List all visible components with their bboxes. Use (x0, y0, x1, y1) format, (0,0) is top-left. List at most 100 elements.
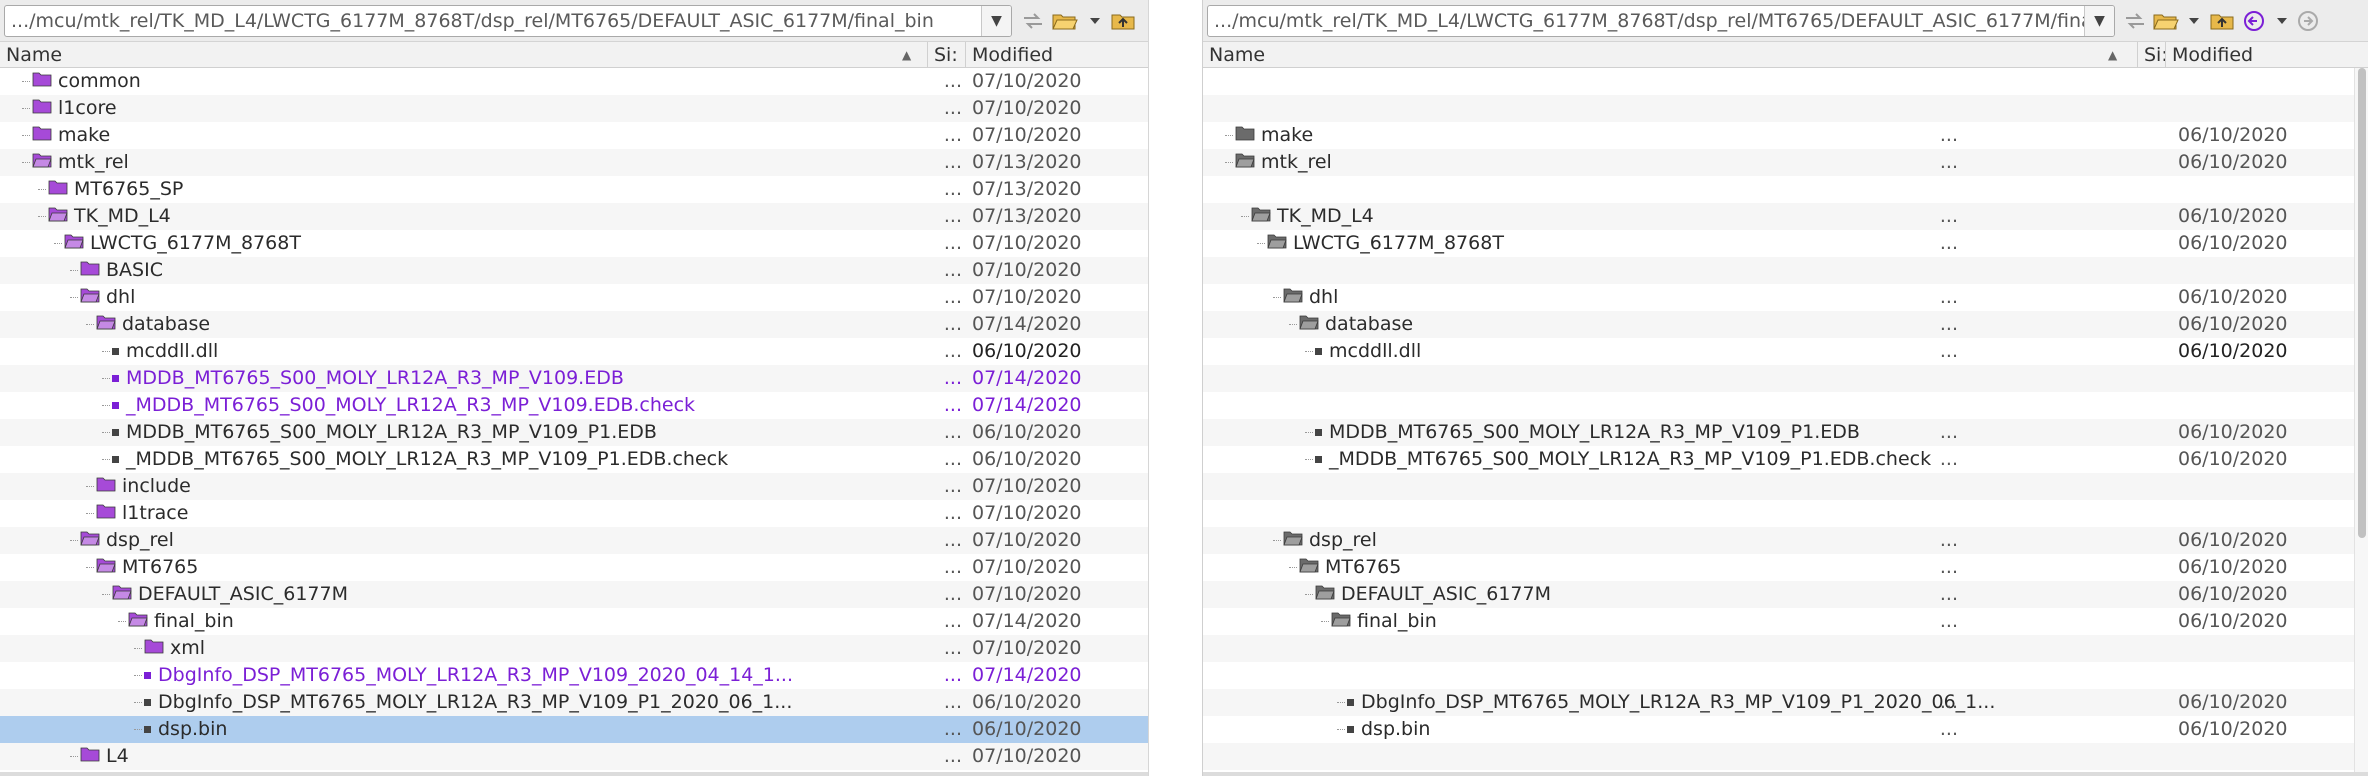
tree-item-name[interactable]: DEFAULT_ASIC_6177M (1305, 581, 1551, 608)
right-path-text[interactable]: .../mcu/mtk_rel/TK_MD_L4/LWCTG_6177M_876… (1208, 10, 2084, 32)
tree-row[interactable]: DbgInfo_DSP_MT6765_MOLY_LR12A_R3_MP_V109… (0, 662, 1148, 689)
tree-row[interactable]: MT6765... 07/10/2020 (0, 554, 1148, 581)
tree-row[interactable]: dhl... 06/10/2020 (1203, 284, 2368, 311)
tree-row[interactable]: xml... 07/10/2020 (0, 635, 1148, 662)
tree-item-name[interactable]: TK_MD_L4 (38, 203, 171, 230)
tree-row[interactable]: final_bin... 06/10/2020 (1203, 608, 2368, 635)
tree-item-name[interactable]: mtk_rel (1225, 149, 1332, 176)
tree-item-name[interactable]: database (1289, 311, 1413, 338)
tree-row[interactable]: MDDB_MT6765_S00_MOLY_LR12A_R3_MP_V109.ED… (0, 365, 1148, 392)
tree-item-name[interactable]: make (22, 122, 110, 149)
tree-item-name[interactable]: L4 (70, 743, 129, 770)
chevron-down-icon[interactable] (1080, 7, 1110, 35)
right-path-combobox[interactable]: .../mcu/mtk_rel/TK_MD_L4/LWCTG_6177M_876… (1207, 5, 2115, 37)
tree-row[interactable]: _MDDB_MT6765_S00_MOLY_LR12A_R3_MP_V109_P… (1203, 446, 2368, 473)
tree-row[interactable]: common... 07/10/2020 (0, 68, 1148, 95)
tree-item-name[interactable]: MDDB_MT6765_S00_MOLY_LR12A_R3_MP_V109_P1… (102, 419, 657, 446)
tree-row[interactable]: _MDDB_MT6765_S00_MOLY_LR12A_R3_MP_V109_P… (0, 446, 1148, 473)
tree-item-name[interactable]: MDDB_MT6765_S00_MOLY_LR12A_R3_MP_V109_P1… (1305, 419, 1860, 446)
tree-row[interactable]: _MDDB_MT6765_S00_MOLY_LR12A_R3_MP_V109.E… (0, 392, 1148, 419)
tree-item-name[interactable]: final_bin (118, 608, 234, 635)
parent-folder-icon[interactable] (2207, 7, 2237, 35)
tree-item-name[interactable]: dhl (1273, 284, 1338, 311)
chevron-down-icon[interactable]: ▼ (981, 6, 1011, 36)
tree-item-name[interactable]: include (86, 473, 191, 500)
tree-row[interactable]: L4... 07/10/2020 (0, 743, 1148, 770)
right-vertical-scrollbar[interactable] (2354, 68, 2368, 776)
tree-item-name[interactable]: dhl (70, 284, 135, 311)
tree-row[interactable]: mcddll.dll... 06/10/2020 (1203, 338, 2368, 365)
tree-item-name[interactable]: _MDDB_MT6765_S00_MOLY_LR12A_R3_MP_V109_P… (102, 446, 728, 473)
tree-item-name[interactable]: _MDDB_MT6765_S00_MOLY_LR12A_R3_MP_V109_P… (1305, 446, 1931, 473)
sync-arrows-icon[interactable] (1018, 7, 1048, 35)
left-path-combobox[interactable]: .../mcu/mtk_rel/TK_MD_L4/LWCTG_6177M_876… (4, 5, 1012, 37)
tree-item-name[interactable]: DbgInfo_DSP_MT6765_MOLY_LR12A_R3_MP_V109… (1337, 689, 1995, 716)
chevron-down-icon[interactable]: ▼ (2084, 6, 2114, 36)
tree-row[interactable]: LWCTG_6177M_8768T... 06/10/2020 (1203, 230, 2368, 257)
back-icon[interactable] (2239, 7, 2269, 35)
left-name-column-header[interactable]: Name (0, 42, 928, 68)
chevron-down-icon[interactable] (2179, 7, 2209, 35)
scrollbar-thumb[interactable] (2358, 68, 2366, 538)
tree-item-name[interactable]: _MDDB_MT6765_S00_MOLY_LR12A_R3_MP_V109.E… (102, 392, 695, 419)
tree-item-name[interactable]: l1trace (86, 500, 188, 527)
tree-item-name[interactable]: TK_MD_L4 (1241, 203, 1374, 230)
tree-row[interactable]: dsp.bin... 06/10/2020 (0, 716, 1148, 743)
tree-row[interactable]: LWCTG_6177M_8768T... 07/10/2020 (0, 230, 1148, 257)
tree-row[interactable]: TK_MD_L4... 07/13/2020 (0, 203, 1148, 230)
tree-row[interactable]: MDDB_MT6765_S00_MOLY_LR12A_R3_MP_V109_P1… (0, 419, 1148, 446)
tree-item-name[interactable]: MT6765 (86, 554, 198, 581)
tree-row[interactable]: l1trace... 07/10/2020 (0, 500, 1148, 527)
tree-row[interactable]: database... 06/10/2020 (1203, 311, 2368, 338)
tree-item-name[interactable]: DEFAULT_ASIC_6177M (102, 581, 348, 608)
left-path-text[interactable]: .../mcu/mtk_rel/TK_MD_L4/LWCTG_6177M_876… (5, 10, 981, 32)
tree-row[interactable]: DEFAULT_ASIC_6177M... 07/10/2020 (0, 581, 1148, 608)
tree-row[interactable]: MT6765_SP... 07/13/2020 (0, 176, 1148, 203)
tree-row[interactable]: make... 07/10/2020 (0, 122, 1148, 149)
parent-folder-icon[interactable] (1108, 7, 1138, 35)
tree-item-name[interactable]: MT6765 (1289, 554, 1401, 581)
tree-row[interactable]: dsp_rel... 07/10/2020 (0, 527, 1148, 554)
tree-item-name[interactable]: database (86, 311, 210, 338)
tree-item-name[interactable]: dsp.bin (134, 716, 227, 743)
tree-row[interactable]: mtk_rel... 06/10/2020 (1203, 149, 2368, 176)
tree-item-name[interactable]: dsp.bin (1337, 716, 1430, 743)
tree-row[interactable]: DEFAULT_ASIC_6177M... 06/10/2020 (1203, 581, 2368, 608)
tree-row[interactable]: database... 07/14/2020 (0, 311, 1148, 338)
tree-item-name[interactable]: LWCTG_6177M_8768T (54, 230, 301, 257)
tree-row[interactable]: dsp_rel... 06/10/2020 (1203, 527, 2368, 554)
sync-arrows-icon[interactable] (2120, 7, 2150, 35)
forward-icon[interactable] (2293, 7, 2323, 35)
tree-item-name[interactable]: l1core (22, 95, 117, 122)
right-name-column-header[interactable]: Name (1203, 42, 2138, 68)
tree-row[interactable]: make... 06/10/2020 (1203, 122, 2368, 149)
tree-item-name[interactable]: MDDB_MT6765_S00_MOLY_LR12A_R3_MP_V109.ED… (102, 365, 624, 392)
tree-item-name[interactable]: mcddll.dll (1305, 338, 1421, 365)
tree-row[interactable]: include... 07/10/2020 (0, 473, 1148, 500)
open-folder-icon[interactable] (2151, 7, 2181, 35)
tree-item-name[interactable]: LWCTG_6177M_8768T (1257, 230, 1504, 257)
tree-item-name[interactable]: mtk_rel (22, 149, 129, 176)
tree-row[interactable]: l1core... 07/10/2020 (0, 95, 1148, 122)
tree-row[interactable]: dhl... 07/10/2020 (0, 284, 1148, 311)
right-modified-column-header[interactable]: Modified (2166, 42, 2354, 68)
tree-item-name[interactable]: DbgInfo_DSP_MT6765_MOLY_LR12A_R3_MP_V109… (134, 689, 792, 716)
tree-item-name[interactable]: DbgInfo_DSP_MT6765_MOLY_LR12A_R3_MP_V109… (134, 662, 793, 689)
open-folder-icon[interactable] (1050, 7, 1080, 35)
tree-item-name[interactable]: mcddll.dll (102, 338, 218, 365)
tree-row[interactable]: DbgInfo_DSP_MT6765_MOLY_LR12A_R3_MP_V109… (0, 689, 1148, 716)
tree-row[interactable]: MDDB_MT6765_S00_MOLY_LR12A_R3_MP_V109_P1… (1203, 419, 2368, 446)
tree-item-name[interactable]: BASIC (70, 257, 163, 284)
tree-item-name[interactable]: dsp_rel (70, 527, 174, 554)
tree-row[interactable]: mtk_rel... 07/13/2020 (0, 149, 1148, 176)
tree-item-name[interactable]: common (22, 68, 141, 95)
right-size-column-header[interactable]: Si: (2138, 42, 2166, 68)
tree-item-name[interactable]: final_bin (1321, 608, 1437, 635)
tree-row[interactable]: DbgInfo_DSP_MT6765_MOLY_LR12A_R3_MP_V109… (1203, 689, 2368, 716)
tree-row[interactable]: final_bin... 07/14/2020 (0, 608, 1148, 635)
tree-item-name[interactable]: make (1225, 122, 1313, 149)
tree-item-name[interactable]: MT6765_SP (38, 176, 183, 203)
tree-item-name[interactable]: xml (134, 635, 205, 662)
tree-row[interactable]: MT6765... 06/10/2020 (1203, 554, 2368, 581)
tree-row[interactable]: TK_MD_L4... 06/10/2020 (1203, 203, 2368, 230)
